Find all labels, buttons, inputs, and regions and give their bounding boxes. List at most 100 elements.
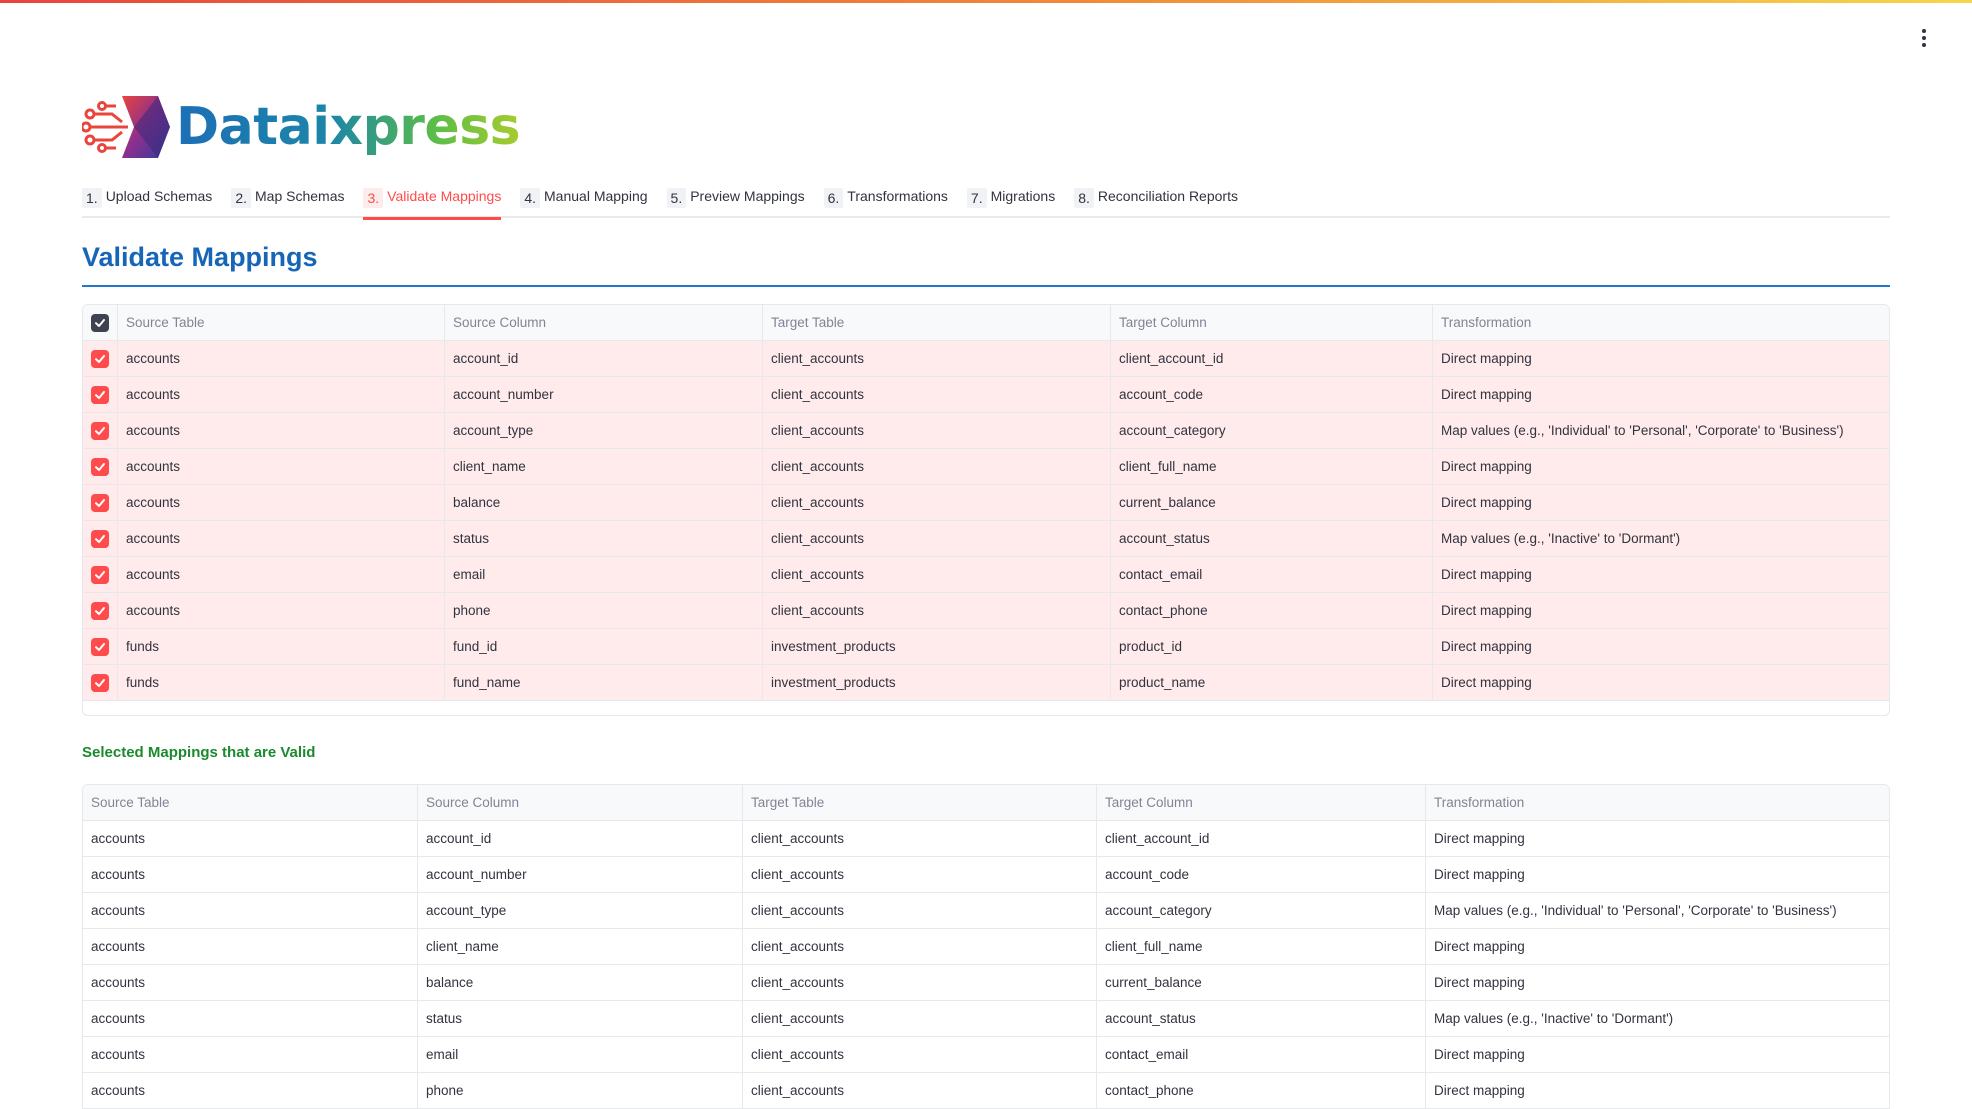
tab-reconciliation-reports[interactable]: 8. Reconciliation Reports xyxy=(1074,180,1238,218)
row-checkbox[interactable] xyxy=(91,457,109,476)
cell-transformation: Direct mapping xyxy=(1434,831,1525,846)
tab-label: Validate Mappings xyxy=(387,188,502,204)
column-header-target-table[interactable]: Target Table xyxy=(743,785,1097,820)
cell-transformation: Map values (e.g., 'Inactive' to 'Dormant… xyxy=(1434,1011,1674,1026)
cell-source-table: accounts xyxy=(118,413,445,448)
table-row[interactable]: accounts account_id client_accounts client_… xyxy=(83,821,1889,857)
column-header-target-column[interactable]: Target Column xyxy=(1111,305,1433,340)
tab-migrations[interactable]: 7. Migrations xyxy=(966,180,1055,218)
column-header-source-table[interactable]: Source Table xyxy=(118,305,445,340)
table-row[interactable]: accounts account_type client_accounts accou… xyxy=(83,413,1889,449)
cell-source-table: accounts xyxy=(83,1037,418,1072)
cell-source-column: account_number xyxy=(418,857,743,892)
column-header-source-column[interactable]: Source Column xyxy=(418,785,743,820)
cell-source-table: accounts xyxy=(83,893,418,928)
cell-target-column: contact_email xyxy=(1097,1037,1426,1072)
cell-source-column: fund_name xyxy=(445,665,763,700)
cell-source-column: account_type xyxy=(445,413,763,448)
cell-target-table: client_accounts xyxy=(743,821,1097,856)
tab-number: 5. xyxy=(666,188,687,208)
column-header-transformation[interactable]: Transformation xyxy=(1433,305,1889,340)
cell-source-column: account_type xyxy=(418,893,743,928)
table-row[interactable]: accounts client_name client_accounts client… xyxy=(83,929,1889,965)
column-header-source-table[interactable]: Source Table xyxy=(83,785,418,820)
cell-target-table: client_accounts xyxy=(763,413,1111,448)
row-select-cell xyxy=(83,413,118,448)
table-row[interactable]: accounts account_number client_accounts acc… xyxy=(83,857,1889,893)
table-row[interactable]: accounts email client_accounts contact_emai… xyxy=(83,557,1889,593)
cell-source-table: accounts xyxy=(118,377,445,412)
cell-source-column: status xyxy=(418,1001,743,1036)
cell-target-table: client_accounts xyxy=(743,893,1097,928)
cell-target-table: investment_products xyxy=(763,629,1111,664)
tab-map-schemas[interactable]: 2. Map Schemas xyxy=(231,180,344,218)
cell-target-column: account_code xyxy=(1111,377,1433,412)
tab-validate-mappings[interactable]: 3. Validate Mappings xyxy=(363,180,502,220)
valid-mappings-table[interactable]: Source Table Source Column Target Table Tar… xyxy=(82,784,1890,1109)
cell-source-table: funds xyxy=(118,629,445,664)
cell-source-column: client_name xyxy=(418,929,743,964)
cell-target-table: client_accounts xyxy=(763,593,1111,628)
column-header-target-table[interactable]: Target Table xyxy=(763,305,1111,340)
mappings-table[interactable]: Source Table Source Column Target Table Tar… xyxy=(82,304,1890,716)
row-checkbox[interactable] xyxy=(91,421,109,440)
tab-manual-mapping[interactable]: 4. Manual Mapping xyxy=(520,180,648,218)
cell-target-column: account_code xyxy=(1097,857,1426,892)
table-row[interactable]: accounts account_number client_accounts acc… xyxy=(83,377,1889,413)
cell-transformation: Direct mapping xyxy=(1434,1083,1525,1098)
row-checkbox[interactable] xyxy=(91,637,109,656)
column-header-target-column[interactable]: Target Column xyxy=(1097,785,1426,820)
cell-target-column: contact_phone xyxy=(1097,1073,1426,1108)
cell-target-table: client_accounts xyxy=(763,521,1111,556)
tab-number: 2. xyxy=(231,188,251,208)
table-row[interactable]: accounts account_id client_accounts client_… xyxy=(83,341,1889,377)
table-row[interactable]: accounts phone client_accounts contact_phon… xyxy=(83,593,1889,629)
row-checkbox[interactable] xyxy=(91,565,109,584)
row-select-cell xyxy=(83,341,118,376)
tab-upload-schemas[interactable]: 1. Upload Schemas xyxy=(82,180,212,218)
row-checkbox[interactable] xyxy=(91,673,109,692)
cell-transformation: Direct mapping xyxy=(1441,639,1532,654)
tab-number: 7. xyxy=(966,188,987,208)
row-checkbox[interactable] xyxy=(91,529,109,548)
row-checkbox[interactable] xyxy=(91,493,109,512)
cell-source-table: funds xyxy=(118,665,445,700)
cell-transformation: Direct mapping xyxy=(1441,351,1532,366)
cell-target-column: account_status xyxy=(1097,1001,1426,1036)
table-row[interactable]: accounts client_name client_accounts client… xyxy=(83,449,1889,485)
cell-target-column: account_status xyxy=(1111,521,1433,556)
cell-target-column: current_balance xyxy=(1111,485,1433,520)
tab-preview-mappings[interactable]: 5. Preview Mappings xyxy=(666,180,805,218)
table-row[interactable]: accounts account_type client_accounts accou… xyxy=(83,893,1889,929)
cell-target-column: client_full_name xyxy=(1111,449,1433,484)
table-row[interactable]: accounts status client_accounts account_sta… xyxy=(83,1001,1889,1037)
row-checkbox[interactable] xyxy=(91,601,109,620)
row-checkbox[interactable] xyxy=(91,349,109,368)
cell-transformation: Direct mapping xyxy=(1441,387,1532,402)
main-menu-icon[interactable] xyxy=(1914,28,1934,48)
column-header-source-column[interactable]: Source Column xyxy=(445,305,763,340)
cell-target-table: client_accounts xyxy=(763,485,1111,520)
table-row[interactable]: accounts balance client_accounts current_ba… xyxy=(83,965,1889,1001)
row-select-cell xyxy=(83,557,118,592)
cell-transformation: Direct mapping xyxy=(1434,1047,1525,1062)
column-header-transformation[interactable]: Transformation xyxy=(1426,785,1889,820)
table-row[interactable]: accounts balance client_accounts current_ba… xyxy=(83,485,1889,521)
row-checkbox[interactable] xyxy=(91,385,109,404)
table-row[interactable]: accounts status client_accounts account_sta… xyxy=(83,521,1889,557)
tab-transformations[interactable]: 6. Transformations xyxy=(823,180,948,218)
cell-source-table: accounts xyxy=(118,485,445,520)
cell-target-column: product_id xyxy=(1111,629,1433,664)
cell-source-column: account_id xyxy=(418,821,743,856)
row-select-cell xyxy=(83,629,118,664)
app-name: Dataixpress xyxy=(176,97,521,157)
table-row[interactable]: accounts phone client_accounts contact_phon… xyxy=(83,1073,1889,1109)
row-select-cell xyxy=(83,449,118,484)
cell-transformation: Map values (e.g., 'Individual' to 'Perso… xyxy=(1434,903,1837,918)
table-row[interactable]: funds fund_id investment_products product_i… xyxy=(83,629,1889,665)
table-row[interactable]: funds fund_name investment_products product… xyxy=(83,665,1889,701)
cell-target-column: contact_phone xyxy=(1111,593,1433,628)
cell-target-table: client_accounts xyxy=(743,857,1097,892)
select-all-checkbox[interactable] xyxy=(91,313,109,332)
table-row[interactable]: accounts email client_accounts contact_emai… xyxy=(83,1037,1889,1073)
